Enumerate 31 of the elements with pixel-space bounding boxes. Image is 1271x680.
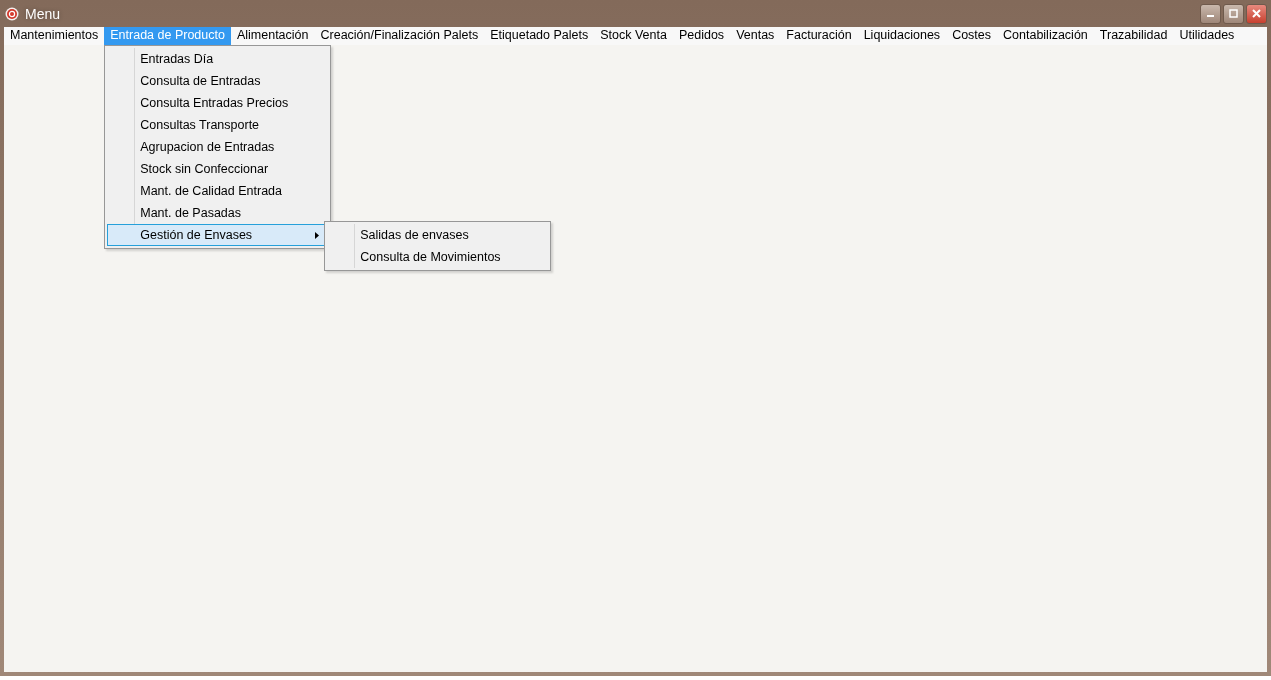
menu-item[interactable]: Ventas bbox=[730, 27, 781, 45]
minimize-button[interactable] bbox=[1200, 3, 1221, 24]
app-logo-icon bbox=[5, 6, 19, 21]
window-title: Menu bbox=[25, 5, 61, 22]
menu-item[interactable]: Utilidades bbox=[1173, 27, 1241, 45]
menu-item[interactable]: Pedidos bbox=[672, 27, 731, 45]
close-icon bbox=[1252, 9, 1261, 18]
menu-item[interactable]: Liquidaciones bbox=[857, 27, 947, 45]
menu-item[interactable]: Etiquetado Palets bbox=[484, 27, 595, 45]
menu-option[interactable]: Consultas Transporte bbox=[107, 114, 329, 136]
menu-item[interactable]: Costes bbox=[946, 27, 998, 45]
close-button[interactable] bbox=[1246, 3, 1267, 24]
menu-option[interactable]: Mant. de Calidad Entrada bbox=[107, 180, 329, 202]
menu-option[interactable]: Salidas de envases bbox=[327, 224, 549, 246]
menu-option[interactable]: Stock sin Confeccionar bbox=[107, 158, 329, 180]
menu-option[interactable]: Entradas Día bbox=[107, 48, 329, 70]
menu-item[interactable]: Facturación bbox=[780, 27, 858, 45]
menu-option[interactable]: Consulta Entradas Precios bbox=[107, 92, 329, 114]
menu-option[interactable]: Consulta de Entradas bbox=[107, 70, 329, 92]
menu-item[interactable]: Alimentación bbox=[230, 27, 315, 45]
submenu-arrow-icon bbox=[315, 232, 320, 239]
menu-item[interactable]: Creación/Finalización Palets bbox=[314, 27, 485, 45]
menu-item[interactable]: Trazabilidad bbox=[1093, 27, 1174, 45]
menu-item[interactable]: Mantenimientos bbox=[4, 27, 105, 45]
maximize-button[interactable] bbox=[1223, 3, 1244, 24]
menu-option[interactable]: Mant. de Pasadas bbox=[107, 202, 329, 224]
maximize-icon bbox=[1229, 9, 1238, 18]
menu-item[interactable]: Stock Venta bbox=[594, 27, 673, 45]
menu-item[interactable]: Contabilización bbox=[997, 27, 1094, 45]
menu-option[interactable]: Agrupacion de Entradas bbox=[107, 136, 329, 158]
menu-option[interactable]: Consulta de Movimientos bbox=[327, 246, 549, 268]
